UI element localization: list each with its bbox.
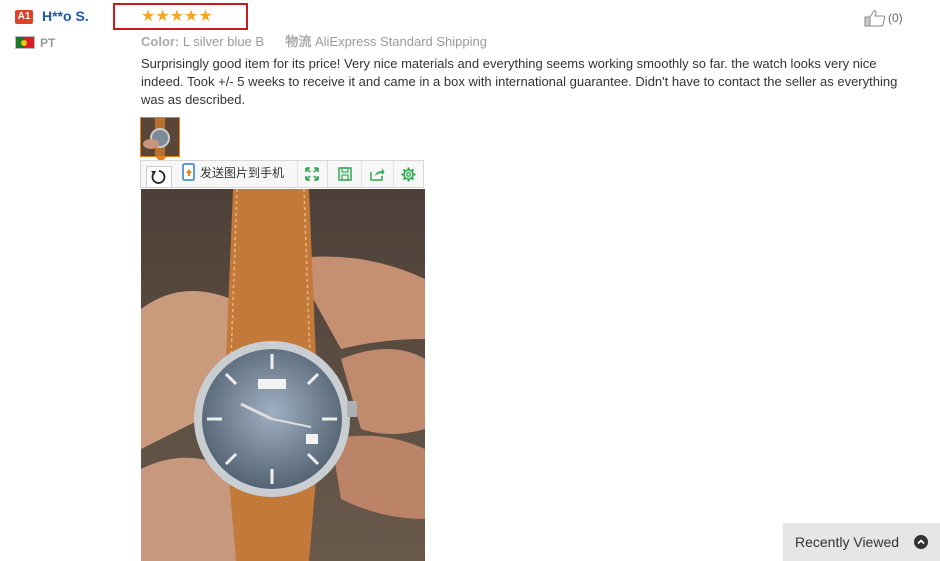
recently-viewed-button[interactable]: Recently Viewed	[783, 523, 940, 561]
rotate-button[interactable]	[146, 166, 172, 188]
rotate-icon	[151, 170, 166, 184]
send-to-phone-button[interactable]: 发送图片到手机	[182, 163, 284, 181]
helpful-button[interactable]: (0)	[864, 9, 903, 27]
share-button[interactable]	[366, 163, 388, 185]
country-code: PT	[40, 36, 56, 50]
shipping-value: AliExpress Standard Shipping	[314, 34, 487, 49]
star-rating: ★★★★★	[141, 8, 213, 25]
settings-button[interactable]	[397, 163, 419, 185]
color-value: L silver blue B	[182, 34, 265, 49]
share-icon	[369, 168, 384, 181]
recently-viewed-label: Recently Viewed	[795, 534, 900, 550]
toolbar-divider	[297, 161, 298, 187]
review-text: Surprisingly good item for its price! Ve…	[141, 56, 898, 107]
review-meta: Color: L silver blue B 物流 AliExpress Sta…	[141, 31, 487, 50]
expand-icon	[305, 167, 319, 181]
toolbar-divider	[393, 161, 394, 187]
thumbs-up-icon	[864, 10, 886, 27]
rating-highlight-box: ★★★★★	[113, 3, 248, 30]
fullscreen-button[interactable]	[301, 163, 323, 185]
toolbar-divider	[361, 161, 362, 187]
review-photo-large[interactable]	[141, 189, 425, 561]
chevron-up-icon	[914, 535, 928, 549]
save-image-button[interactable]	[334, 163, 356, 185]
helpful-count: (0)	[888, 11, 903, 25]
toolbar-divider	[327, 161, 328, 187]
phone-send-icon	[182, 163, 195, 181]
level-badge: A1	[15, 10, 33, 24]
save-icon	[338, 167, 352, 181]
shipping-label: 物流	[285, 34, 312, 49]
reviewer-name[interactable]: H**o S.	[42, 8, 89, 24]
review-photo-thumbnail[interactable]	[140, 117, 180, 157]
send-to-phone-label: 发送图片到手机	[200, 165, 285, 180]
portugal-flag-icon	[15, 36, 35, 49]
color-label: Color:	[141, 34, 180, 49]
gear-icon	[401, 167, 415, 181]
